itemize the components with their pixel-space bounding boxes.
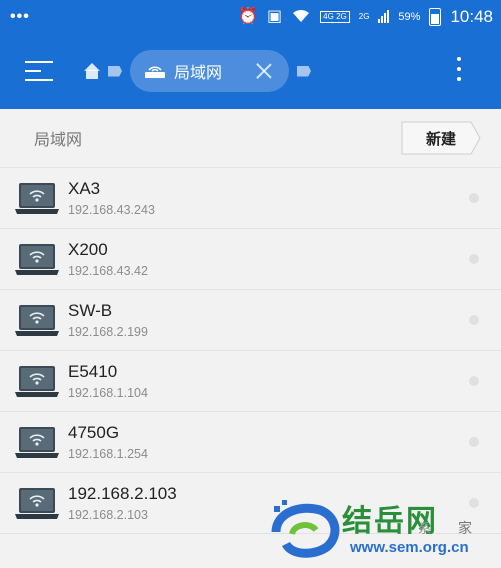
network-small-label: 2G (358, 12, 370, 21)
notification-dots: ••• (10, 7, 30, 25)
status-bar: ••• ⏰ ▣ 4G 2G 2G 59% 10:48 (0, 0, 501, 33)
device-ip: 192.168.43.42 (68, 263, 148, 278)
more-options-icon[interactable] (457, 57, 461, 81)
wifi-icon (291, 7, 311, 27)
laptop-wifi-icon (15, 487, 59, 519)
status-dot-icon[interactable] (469, 254, 479, 264)
laptop-wifi-icon (15, 243, 59, 275)
signal-icon (378, 10, 390, 23)
device-name: 4750G (68, 422, 120, 442)
close-icon[interactable] (253, 60, 275, 82)
watermark-logo: 结岳网 系 家 www.sem.org.cn (268, 494, 501, 568)
laptop-wifi-icon (15, 182, 59, 214)
status-dot-icon[interactable] (469, 376, 479, 386)
laptop-wifi-icon (15, 365, 59, 397)
device-ip: 192.168.1.254 (68, 446, 148, 461)
breadcrumb-chip-lan[interactable]: 局域网 (130, 50, 289, 92)
menu-icon[interactable] (25, 61, 53, 81)
device-ip: 192.168.43.243 (68, 202, 155, 217)
battery-icon (429, 7, 442, 26)
home-icon[interactable] (83, 63, 101, 79)
device-row[interactable]: E5410 192.168.1.104 (0, 351, 501, 412)
status-dot-icon[interactable] (469, 315, 479, 325)
watermark-side-text: 家 (458, 520, 472, 536)
device-row[interactable]: SW-B 192.168.2.199 (0, 290, 501, 351)
device-row[interactable]: X200 192.168.43.42 (0, 229, 501, 290)
new-button[interactable]: 新建 (401, 121, 481, 155)
breadcrumb-chip-label: 局域网 (174, 65, 223, 82)
router-icon (145, 66, 165, 78)
breadcrumb-separator-icon (108, 65, 122, 77)
clock: 10:48 (450, 6, 493, 26)
watermark-side-text: 系 (418, 521, 432, 536)
nfc-icon: ▣ (267, 7, 283, 25)
device-name: SW-B (68, 300, 113, 320)
alarm-icon: ⏰ (238, 7, 259, 25)
status-dot-icon[interactable] (469, 437, 479, 447)
device-name: X200 (68, 239, 108, 259)
watermark-swirl-icon (271, 500, 340, 558)
device-row[interactable]: XA3 192.168.43.243 (0, 168, 501, 229)
laptop-wifi-icon (15, 304, 59, 336)
status-dot-icon[interactable] (469, 193, 479, 203)
device-ip: 192.168.1.104 (68, 385, 148, 400)
new-button-label: 新建 (425, 130, 456, 148)
status-icons: ⏰ ▣ 4G 2G 2G 59% 10:48 (238, 7, 493, 27)
laptop-wifi-icon (15, 426, 59, 458)
watermark-url: www.sem.org.cn (350, 539, 469, 556)
device-row[interactable]: 4750G 192.168.1.254 (0, 412, 501, 473)
network-badge: 4G 2G (320, 10, 350, 23)
section-title: 局域网 (34, 132, 83, 149)
device-list: XA3 192.168.43.243 X200 192.168.43.42 SW-B 19… (0, 167, 501, 534)
battery-percent: 59% (398, 10, 421, 23)
device-ip: 192.168.2.199 (68, 324, 148, 339)
app-toolbar: 局域网 (0, 33, 501, 109)
device-name: XA3 (68, 178, 101, 198)
section-header: 局域网 新建 (0, 109, 501, 167)
breadcrumb-separator-icon (297, 65, 311, 77)
device-name: E5410 (68, 361, 118, 381)
